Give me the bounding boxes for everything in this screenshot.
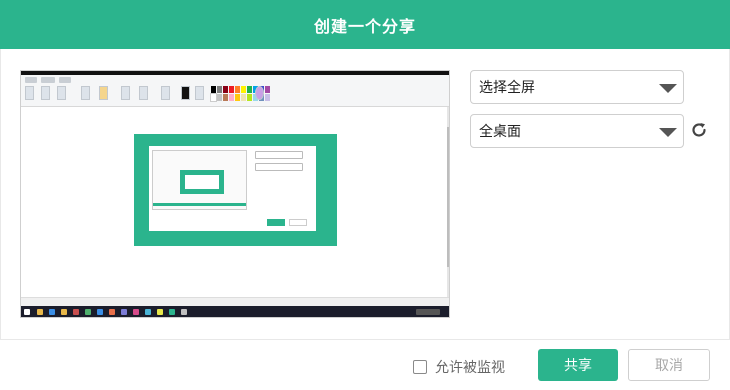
dialog-title: 创建一个分享 (313, 16, 416, 36)
preview-taskbar-icon (49, 309, 55, 315)
cancel-button[interactable]: 取消 (628, 349, 710, 381)
preview-nested-dialog-body (149, 146, 316, 231)
preview-nested-button (267, 219, 285, 226)
screen-select[interactable]: 全桌面 (470, 114, 684, 148)
preview-tool (99, 86, 108, 100)
capture-mode-select[interactable]: 选择全屏 (470, 70, 684, 104)
preview-taskbar-icon (121, 309, 127, 315)
preview-nested-preview (152, 150, 247, 210)
preview-tool (255, 86, 264, 100)
preview-statusbar (21, 297, 449, 306)
preview-tool (41, 86, 50, 100)
preview-taskbar-icon (181, 309, 187, 315)
chevron-down-icon (659, 84, 677, 93)
preview-taskbar-icon (169, 309, 175, 315)
preview-nested-button (289, 219, 307, 226)
preview-tool (195, 86, 204, 100)
preview-taskbar-icon (85, 309, 91, 315)
preview-tool (181, 86, 190, 100)
screen-preview (20, 70, 450, 318)
preview-ribbon (21, 75, 449, 107)
preview-ribbon-tab (59, 77, 71, 83)
preview-tray-icon (416, 309, 440, 315)
capture-mode-value: 选择全屏 (479, 80, 535, 96)
preview-tool (139, 86, 148, 100)
preview-ribbon-tab (25, 77, 37, 83)
preview-taskbar-icon (145, 309, 151, 315)
chevron-down-icon (659, 128, 677, 137)
allow-monitor-checkbox[interactable] (413, 360, 427, 374)
dialog-footer (0, 340, 730, 390)
share-button[interactable]: 共享 (538, 349, 618, 381)
preview-taskbar-icon (37, 309, 43, 315)
preview-tool (121, 86, 130, 100)
preview-scrollbar (447, 107, 449, 297)
dialog-header: 创建一个分享 (0, 0, 730, 49)
preview-taskbar-icon (157, 309, 163, 315)
refresh-icon[interactable] (690, 121, 708, 139)
preview-taskbar-icon (97, 309, 103, 315)
allow-monitor-label: 允许被监视 (435, 360, 505, 376)
preview-scrollbar-thumb (447, 127, 449, 267)
preview-nested-select (255, 163, 303, 171)
screen-select-value: 全桌面 (479, 124, 521, 140)
preview-tool (81, 86, 90, 100)
preview-nested-inner-dialog (180, 170, 224, 194)
allow-monitor-option[interactable]: 允许被监视 (413, 357, 505, 377)
preview-taskbar-icon (61, 309, 67, 315)
preview-tool (161, 86, 170, 100)
preview-taskbar-icon (109, 309, 115, 315)
preview-tool (57, 86, 66, 100)
preview-tool (25, 86, 34, 100)
preview-taskbar-icon (73, 309, 79, 315)
preview-nested-select (255, 151, 303, 159)
preview-taskbar (21, 306, 449, 317)
preview-nested-dialog (134, 134, 337, 246)
preview-ribbon-tab (41, 77, 55, 83)
preview-start-icon (24, 309, 30, 315)
preview-taskbar-icon (133, 309, 139, 315)
